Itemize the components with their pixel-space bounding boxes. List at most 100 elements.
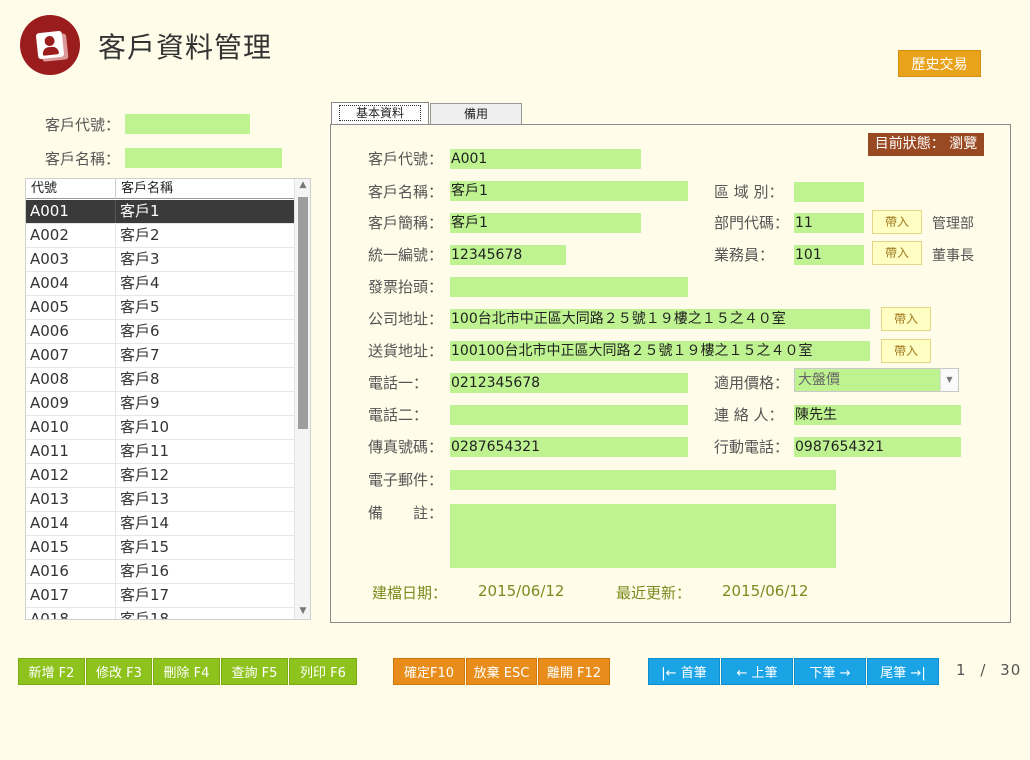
sales-name: 董事長 bbox=[932, 248, 974, 264]
company-address-label: 公司地址： bbox=[368, 310, 444, 328]
scroll-down-icon[interactable]: ▼ bbox=[295, 606, 310, 616]
table-row[interactable]: A010 客戶10 bbox=[26, 416, 294, 440]
table-row[interactable]: A007 客戶7 bbox=[26, 344, 294, 368]
print-button[interactable]: 列印 F6 bbox=[289, 658, 357, 685]
table-row[interactable]: A017 客戶17 bbox=[26, 584, 294, 608]
first-record-button[interactable]: |← 首筆 bbox=[648, 658, 720, 685]
last-record-button[interactable]: 尾筆 →| bbox=[867, 658, 939, 685]
chevron-down-icon[interactable]: ▼ bbox=[940, 369, 958, 391]
phone1-field[interactable]: 0212345678 bbox=[450, 373, 688, 393]
phone2-label: 電話二： bbox=[368, 406, 429, 424]
tab-basic-info[interactable]: 基本資料 bbox=[331, 102, 429, 124]
name-label: 客戶名稱： bbox=[368, 183, 444, 201]
note-textarea[interactable] bbox=[450, 504, 836, 568]
import-dept-button[interactable]: 帶入 bbox=[872, 210, 922, 234]
grid-scrollbar[interactable]: ▲ ▼ bbox=[294, 179, 310, 619]
name-field[interactable]: 客戶1 bbox=[450, 181, 688, 201]
prev-record-button[interactable]: ← 上筆 bbox=[721, 658, 793, 685]
email-label: 電子郵件： bbox=[368, 471, 444, 489]
table-row[interactable]: A004 客戶4 bbox=[26, 272, 294, 296]
dept-name: 管理部 bbox=[932, 216, 974, 232]
column-header-code[interactable]: 代號 bbox=[26, 179, 116, 199]
import-sales-button[interactable]: 帶入 bbox=[872, 241, 922, 265]
next-record-button[interactable]: 下筆 → bbox=[794, 658, 866, 685]
cell-code: A003 bbox=[26, 248, 116, 271]
tax-id-label: 統一編號： bbox=[368, 246, 444, 264]
table-row[interactable]: A006 客戶6 bbox=[26, 320, 294, 344]
import-shipping-address-button[interactable]: 帶入 bbox=[881, 339, 931, 363]
table-row[interactable]: A011 客戶11 bbox=[26, 440, 294, 464]
shipping-address-field[interactable]: 100100台北市中正區大同路２５號１９樓之１５之４０室 bbox=[450, 341, 870, 361]
cell-name: 客戶4 bbox=[120, 274, 160, 292]
leave-button[interactable]: 離開 F12 bbox=[538, 658, 610, 685]
history-button[interactable]: 歷史交易 bbox=[898, 50, 981, 77]
price-label: 適用價格： bbox=[714, 374, 790, 392]
import-company-address-button[interactable]: 帶入 bbox=[881, 307, 931, 331]
cell-name: 客戶16 bbox=[120, 562, 170, 580]
cell-code: A012 bbox=[26, 464, 116, 487]
cell-name: 客戶9 bbox=[120, 394, 160, 412]
cancel-button[interactable]: 放棄 ESC bbox=[466, 658, 537, 685]
table-row[interactable]: A015 客戶15 bbox=[26, 536, 294, 560]
cell-code: A006 bbox=[26, 320, 116, 343]
cell-name: 客戶7 bbox=[120, 346, 160, 364]
cell-name: 客戶8 bbox=[120, 370, 160, 388]
tab-spare[interactable]: 備用 bbox=[430, 103, 522, 125]
table-row[interactable]: A013 客戶13 bbox=[26, 488, 294, 512]
fax-label: 傳真號碼： bbox=[368, 438, 444, 456]
column-header-name[interactable]: 客戶名稱 bbox=[116, 179, 296, 199]
dept-field[interactable]: 11 bbox=[794, 213, 864, 233]
scroll-up-icon[interactable]: ▲ bbox=[295, 180, 310, 190]
contact-field[interactable]: 陳先生 bbox=[794, 405, 961, 425]
table-row[interactable]: A002 客戶2 bbox=[26, 224, 294, 248]
company-address-field[interactable]: 100台北市中正區大同路２５號１９樓之１５之４０室 bbox=[450, 309, 870, 329]
app-logo bbox=[20, 15, 80, 75]
fax-field[interactable]: 0287654321 bbox=[450, 437, 688, 457]
table-row[interactable]: A018 客戶18 bbox=[26, 608, 294, 620]
customer-grid: 代號 客戶名稱 A001 客戶1 A002 客戶2 A003 客戶3 A004 客戶4 A005… bbox=[25, 178, 311, 620]
cell-name: 客戶3 bbox=[120, 250, 160, 268]
phone2-field[interactable] bbox=[450, 405, 688, 425]
table-row[interactable]: A009 客戶9 bbox=[26, 392, 294, 416]
code-label: 客戶代號： bbox=[368, 150, 444, 168]
short-name-label: 客戶簡稱： bbox=[368, 214, 444, 232]
table-row[interactable]: A001 客戶1 bbox=[26, 200, 294, 224]
cell-name: 客戶14 bbox=[120, 514, 170, 532]
invoice-title-field[interactable] bbox=[450, 277, 688, 297]
mobile-field[interactable]: 0987654321 bbox=[794, 437, 961, 457]
cell-code: A002 bbox=[26, 224, 116, 247]
table-row[interactable]: A008 客戶8 bbox=[26, 368, 294, 392]
confirm-button[interactable]: 確定F10 bbox=[393, 658, 465, 685]
updated-date: 2015/06/12 bbox=[722, 582, 809, 600]
table-row[interactable]: A014 客戶14 bbox=[26, 512, 294, 536]
email-field[interactable] bbox=[450, 470, 836, 490]
edit-button[interactable]: 修改 F3 bbox=[86, 658, 152, 685]
table-row[interactable]: A005 客戶5 bbox=[26, 296, 294, 320]
created-date: 2015/06/12 bbox=[478, 582, 565, 600]
code-field[interactable]: A001 bbox=[450, 149, 641, 169]
cell-name: 客戶10 bbox=[120, 418, 170, 436]
region-field[interactable] bbox=[794, 182, 864, 202]
search-code-input[interactable] bbox=[125, 114, 250, 134]
query-button[interactable]: 查詢 F5 bbox=[221, 658, 288, 685]
delete-button[interactable]: 刪除 F4 bbox=[153, 658, 220, 685]
add-button[interactable]: 新增 F2 bbox=[18, 658, 85, 685]
scrollbar-thumb[interactable] bbox=[298, 197, 308, 429]
cell-name: 客戶5 bbox=[120, 298, 160, 316]
cell-code: A001 bbox=[26, 200, 116, 223]
tax-id-field[interactable]: 12345678 bbox=[450, 245, 566, 265]
search-name-input[interactable] bbox=[125, 148, 282, 168]
status-badge: 目前狀態： 瀏覽 bbox=[868, 133, 984, 156]
price-select[interactable]: 大盤價 ▼ bbox=[794, 368, 959, 392]
cell-code: A011 bbox=[26, 440, 116, 463]
table-row[interactable]: A016 客戶16 bbox=[26, 560, 294, 584]
sales-field[interactable]: 101 bbox=[794, 245, 864, 265]
table-row[interactable]: A012 客戶12 bbox=[26, 464, 294, 488]
table-row[interactable]: A003 客戶3 bbox=[26, 248, 294, 272]
region-label: 區 域 別： bbox=[714, 183, 784, 201]
cell-name: 客戶18 bbox=[120, 610, 170, 620]
short-name-field[interactable]: 客戶1 bbox=[450, 213, 641, 233]
cell-code: A013 bbox=[26, 488, 116, 511]
page-indicator: 1 / 30 bbox=[956, 661, 1022, 679]
cell-code: A014 bbox=[26, 512, 116, 535]
